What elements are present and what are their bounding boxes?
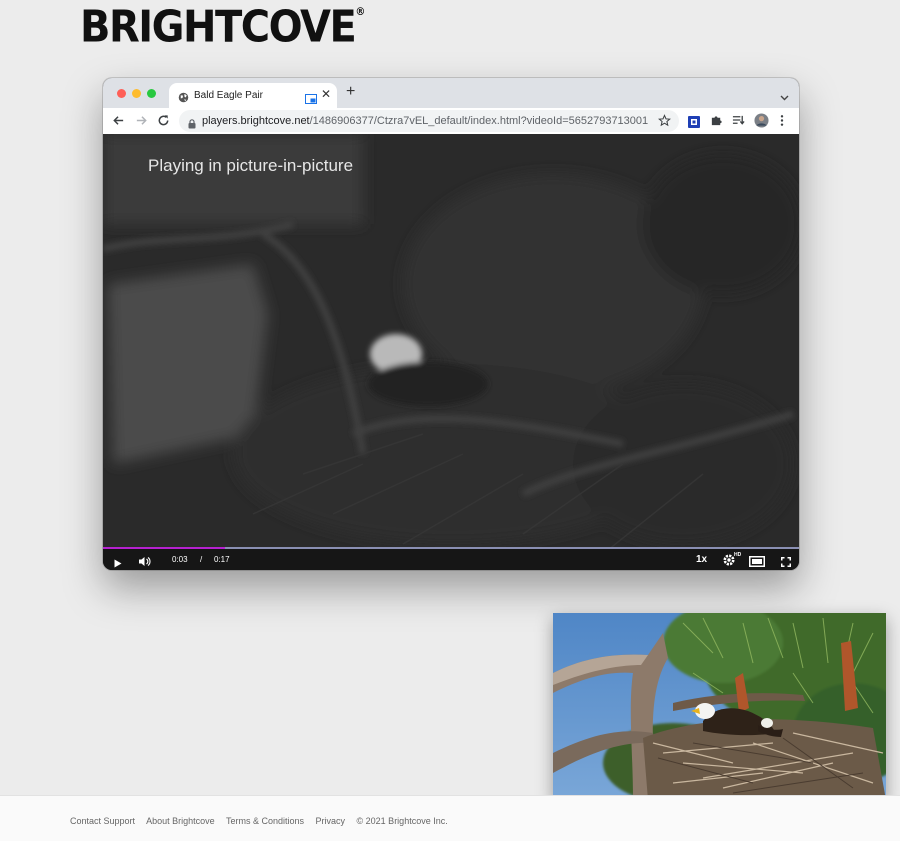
footer-links: Contact Support About Brightcove Terms &… (70, 816, 448, 826)
brightcove-logo[interactable]: BRIGHTCOVE® (80, 2, 365, 53)
time-divider: / (200, 555, 203, 564)
url-domain: players.brightcove.net (202, 115, 310, 127)
tab-strip: Bald Eagle Pair ✕ + (103, 78, 799, 109)
window-maximize-button[interactable] (147, 89, 156, 98)
footer-link-contact-support[interactable]: Contact Support (70, 816, 135, 826)
puzzle-icon[interactable] (710, 114, 723, 132)
browser-toolbar: players.brightcove.net/1486906377/Ctzra7… (103, 108, 799, 134)
tab-bald-eagle-pair[interactable]: Bald Eagle Pair ✕ (169, 83, 337, 109)
pip-icon[interactable] (305, 91, 317, 109)
fullscreen-icon[interactable] (781, 554, 791, 570)
window-minimize-button[interactable] (132, 89, 141, 98)
gear-icon[interactable]: HD (723, 552, 743, 570)
avatar[interactable] (754, 113, 769, 133)
star-icon[interactable] (658, 114, 671, 132)
close-icon[interactable]: ✕ (321, 87, 331, 101)
browser-window: Bald Eagle Pair ✕ + players.brightcove.n… (103, 78, 799, 570)
theater-icon[interactable] (749, 554, 765, 570)
url-path: /1486906377/Ctzra7vEL_default/index.html… (309, 115, 649, 127)
quality-badge: HD (734, 552, 742, 558)
lock-icon[interactable] (188, 116, 196, 134)
play-icon[interactable] (114, 555, 122, 570)
address-bar[interactable]: players.brightcove.net/1486906377/Ctzra7… (179, 110, 679, 132)
more-icon[interactable] (780, 114, 784, 132)
current-time: 0:03 (172, 555, 188, 564)
extension-icon[interactable] (688, 115, 700, 133)
globe-icon (178, 90, 189, 108)
footer-link-terms[interactable]: Terms & Conditions (226, 816, 304, 826)
chevron-down-icon[interactable] (780, 88, 789, 106)
footer-link-privacy[interactable]: Privacy (316, 816, 346, 826)
reload-icon[interactable] (157, 114, 170, 132)
video-player[interactable]: Playing in picture-in-picture 0:03 / 0:1… (103, 134, 799, 570)
volume-icon[interactable] (139, 554, 151, 570)
forward-icon[interactable] (135, 114, 148, 132)
url-text: players.brightcove.net/1486906377/Ctzra7… (202, 115, 648, 127)
duration: 0:17 (214, 555, 230, 564)
back-icon[interactable] (112, 114, 125, 132)
copyright: © 2021 Brightcove Inc. (356, 816, 448, 826)
logo-registered-mark: ® (355, 6, 366, 19)
footer-link-about-brightcove[interactable]: About Brightcove (146, 816, 215, 826)
pip-status-text: Playing in picture-in-picture (148, 156, 354, 175)
plus-icon[interactable]: + (346, 83, 355, 101)
eagle-nest-video-frame (553, 613, 886, 800)
logo-text: BRIGHTCOVE (80, 2, 357, 53)
reading-list-icon[interactable] (732, 114, 745, 132)
tab-title: Bald Eagle Pair (194, 90, 263, 101)
control-bar: 0:03 / 0:17 1x HD (103, 549, 799, 570)
picture-in-picture-window[interactable] (553, 613, 886, 800)
video-frame-dimmed (103, 134, 799, 570)
window-close-button[interactable] (117, 89, 126, 98)
playback-rate-button[interactable]: 1x (696, 554, 707, 565)
page-footer: Contact Support About Brightcove Terms &… (0, 795, 900, 841)
